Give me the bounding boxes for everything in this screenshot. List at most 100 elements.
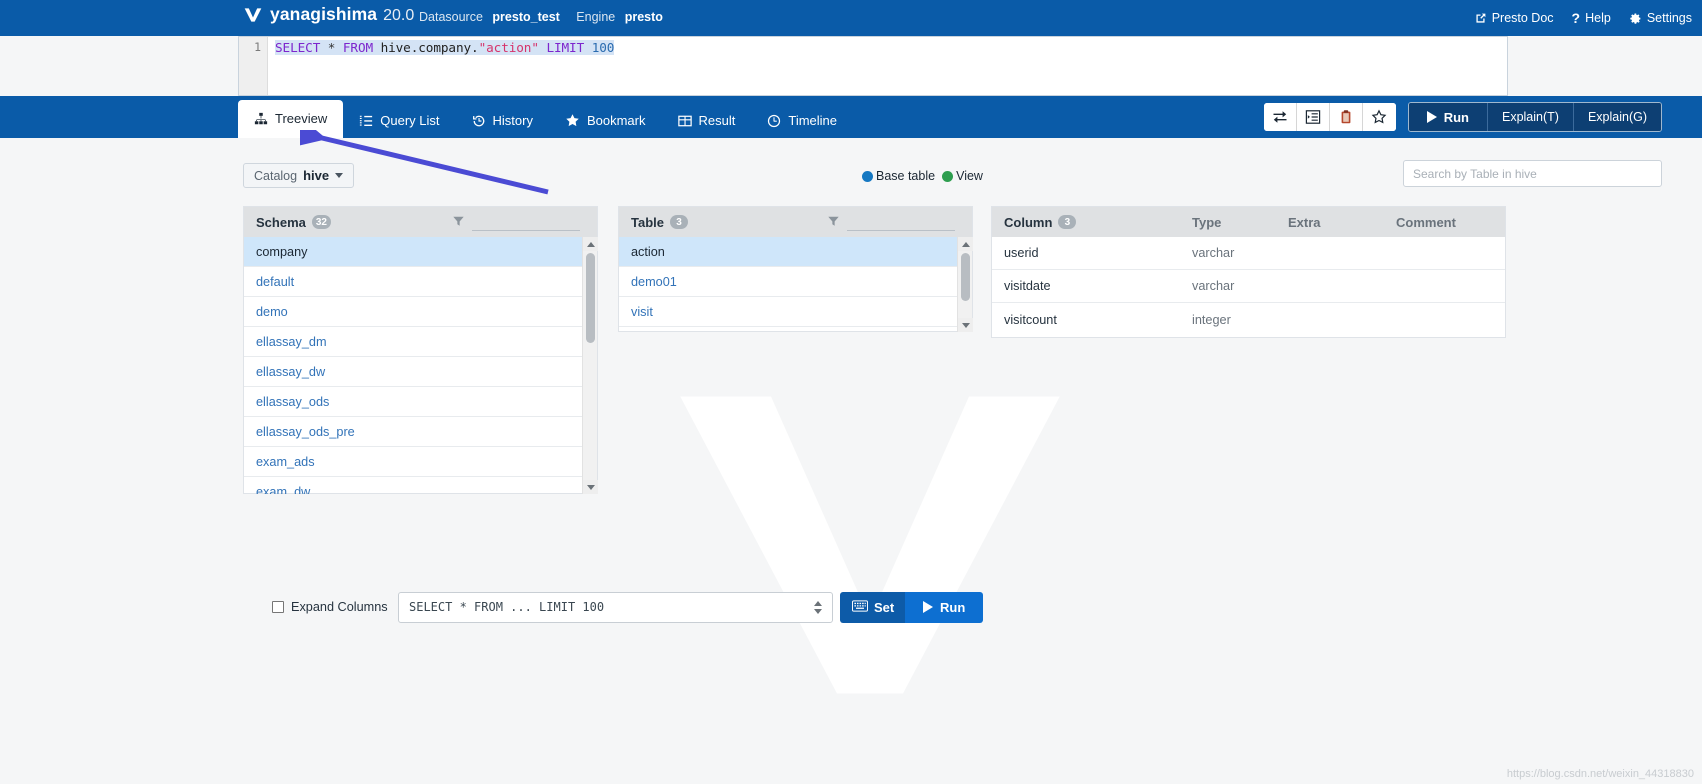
- set-button[interactable]: Set: [840, 591, 907, 623]
- legend-label: View: [956, 169, 983, 183]
- legend-label: Base table: [876, 169, 936, 183]
- exchange-icon[interactable]: [1263, 103, 1297, 131]
- tab-label: Bookmark: [586, 113, 646, 128]
- explain-t-button[interactable]: Explain(T): [1487, 103, 1574, 131]
- column-table-row[interactable]: visitcount integer: [992, 303, 1505, 336]
- app-header: yanagishima 20.0 Datasource presto_test …: [0, 0, 1702, 36]
- tab-result[interactable]: Result: [662, 104, 752, 138]
- sql-token: 100: [591, 40, 615, 55]
- blog-watermark-text: https://blog.csdn.net/weixin_44318830: [1506, 768, 1694, 780]
- schema-list-item[interactable]: demo: [244, 297, 597, 327]
- sql-code-line[interactable]: SELECT * FROM hive.company."action" LIMI…: [275, 40, 614, 55]
- scrollbar-thumb[interactable]: [586, 253, 595, 343]
- column-count-badge: 3: [1058, 215, 1077, 229]
- select-stepper-icon: [814, 600, 822, 614]
- schema-list-item[interactable]: exam_ads: [244, 447, 597, 477]
- engine-value[interactable]: presto: [625, 10, 663, 24]
- expand-columns-checkbox[interactable]: Expand Columns: [272, 600, 388, 614]
- treeview-content: Catalog hive Base table View Schema 32: [0, 138, 1702, 784]
- settings-link[interactable]: Settings: [1629, 11, 1692, 25]
- tab-label: Timeline: [788, 113, 838, 128]
- explain-g-label: Explain(G): [1587, 110, 1647, 124]
- datasource-value[interactable]: presto_test: [492, 10, 559, 24]
- column-header-extra: Extra: [1288, 214, 1321, 230]
- table-list-item[interactable]: demo01: [619, 267, 972, 297]
- table-item-label: visit: [631, 304, 653, 319]
- sitemap-icon: [254, 112, 268, 126]
- tab-history[interactable]: History: [456, 104, 549, 138]
- filter-icon[interactable]: [827, 215, 840, 231]
- run-button[interactable]: Run: [1408, 103, 1488, 131]
- scroll-up-arrow[interactable]: [958, 237, 973, 251]
- indent-list-icon[interactable]: [1296, 103, 1330, 131]
- expand-columns-label: Expand Columns: [291, 600, 388, 614]
- editor-toolbar: Run Explain(T) Explain(G): [1263, 102, 1662, 132]
- schema-item-label: company: [256, 244, 308, 259]
- legend-base-table: Base table: [862, 169, 935, 183]
- tab-query-list[interactable]: Query List: [343, 104, 455, 138]
- schema-item-label: exam_ads: [256, 454, 315, 469]
- bottom-controls: Expand Columns SELECT * FROM ... LIMIT 1…: [0, 582, 1702, 632]
- sql-token: LIMIT: [546, 40, 585, 55]
- list-icon: [359, 114, 373, 128]
- sql-token: hive.company.: [373, 40, 479, 55]
- schema-list-item[interactable]: ellassay_ods_pre: [244, 417, 597, 447]
- legend-dot-blue: [862, 170, 873, 182]
- schema-list-item[interactable]: ellassay_dw: [244, 357, 597, 387]
- schema-list-item[interactable]: company: [244, 237, 597, 267]
- brand[interactable]: yanagishima 20.0: [243, 4, 414, 25]
- presto-doc-link[interactable]: Presto Doc: [1474, 11, 1554, 25]
- schema-list-item[interactable]: ellassay_ods: [244, 387, 597, 417]
- column-name: userid: [1004, 246, 1039, 260]
- legend-view: View: [942, 169, 983, 183]
- star-outline-icon[interactable]: [1362, 103, 1396, 131]
- column-table-row[interactable]: visitdate varchar: [992, 270, 1505, 303]
- scroll-down-arrow[interactable]: [583, 480, 598, 494]
- sql-token: SELECT: [275, 40, 321, 55]
- clipboard-icon[interactable]: [1329, 103, 1363, 131]
- schema-filter-input[interactable]: [472, 214, 580, 231]
- help-link[interactable]: ? Help: [1572, 10, 1611, 26]
- table-item-label: action: [631, 244, 665, 259]
- table-list: action demo01 visit: [619, 237, 972, 332]
- schema-panel: Schema 32 company default demo ellassay_…: [243, 206, 598, 494]
- table-icon: [677, 114, 692, 128]
- header-links: Presto Doc ? Help Settings: [1474, 0, 1692, 36]
- filter-icon[interactable]: [452, 215, 465, 231]
- schema-list-item[interactable]: default: [244, 267, 597, 297]
- table-scrollbar[interactable]: [957, 237, 973, 332]
- scroll-down-arrow[interactable]: [958, 318, 973, 332]
- scrollbar-thumb[interactable]: [961, 253, 970, 301]
- star-icon: [565, 113, 580, 128]
- sql-editor[interactable]: 1 SELECT * FROM hive.company."action" LI…: [238, 36, 1508, 96]
- table-filter-input[interactable]: [847, 214, 955, 231]
- table-list-item[interactable]: action: [619, 237, 972, 267]
- catalog-dropdown[interactable]: Catalog hive: [243, 163, 355, 188]
- checkbox-box[interactable]: [272, 601, 284, 613]
- presto-doc-label: Presto Doc: [1491, 11, 1554, 25]
- tab-timeline[interactable]: Timeline: [751, 104, 853, 138]
- editor-icon-group: [1263, 103, 1396, 131]
- table-list-item[interactable]: visit: [619, 297, 972, 327]
- search-input[interactable]: [1403, 160, 1662, 187]
- scroll-up-arrow[interactable]: [583, 237, 598, 251]
- schema-list-item[interactable]: exam_dw: [244, 477, 597, 495]
- explain-g-button[interactable]: Explain(G): [1573, 103, 1661, 131]
- column-panel-header: Column 3 Type Extra Comment: [992, 207, 1505, 237]
- query-template-select[interactable]: SELECT * FROM ... LIMIT 100: [398, 591, 833, 623]
- column-table-row[interactable]: userid varchar: [992, 237, 1505, 270]
- yanagishima-app: yanagishima 20.0 Datasource presto_test …: [0, 0, 1702, 784]
- tab-treeview[interactable]: Treeview: [238, 100, 344, 138]
- run-label: Run: [1443, 109, 1469, 125]
- table-panel-header: Table 3: [619, 207, 972, 237]
- schema-list-item[interactable]: ellassay_dm: [244, 327, 597, 357]
- bottom-run-button[interactable]: Run: [905, 591, 984, 623]
- sql-token: "action": [478, 40, 539, 55]
- schema-scrollbar[interactable]: [582, 237, 598, 494]
- tab-bookmark[interactable]: Bookmark: [549, 104, 662, 138]
- datasource-label: Datasource: [419, 10, 483, 24]
- tab-label: Treeview: [275, 111, 328, 126]
